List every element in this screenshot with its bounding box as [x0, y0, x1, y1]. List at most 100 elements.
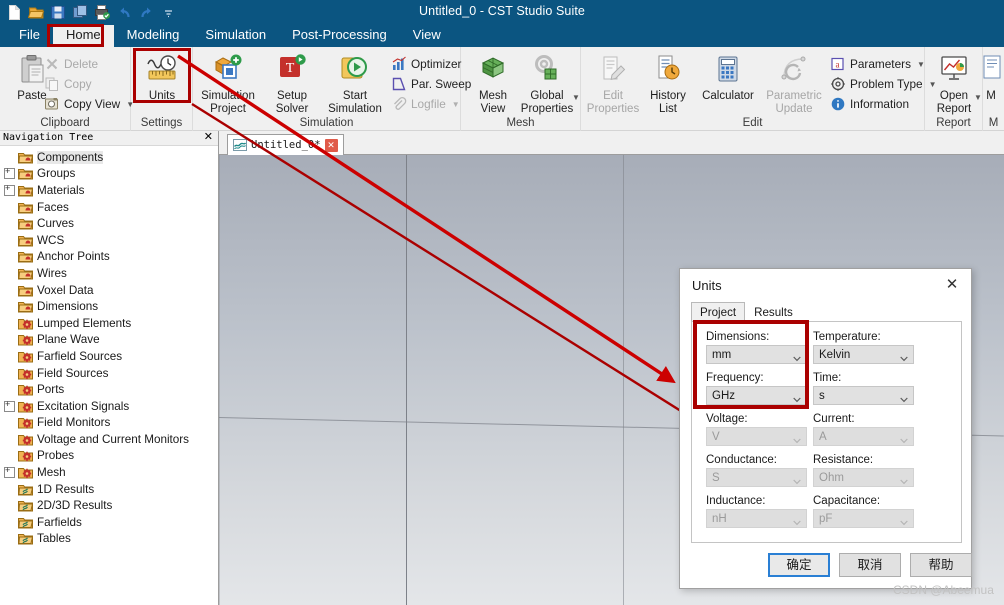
select-dimensions[interactable]: mm — [706, 345, 807, 364]
tab-project[interactable]: Project — [691, 302, 746, 323]
ribbon-tab-simulation[interactable]: Simulation — [192, 25, 279, 47]
tree-item-curves[interactable]: Curves — [0, 215, 218, 232]
tree-item-groups[interactable]: Groups — [0, 166, 218, 183]
tree-item-1d-results[interactable]: 1D Results — [0, 481, 218, 498]
settings-folder-icon — [18, 416, 33, 429]
select-resistance: Ohm — [813, 468, 914, 487]
chevron-down-icon[interactable] — [793, 351, 801, 362]
global-properties-icon — [531, 55, 563, 89]
tree-item-probes[interactable]: Probes — [0, 448, 218, 465]
tree-item-label: Probes — [37, 449, 75, 463]
chevron-down-icon — [793, 433, 801, 444]
chevron-down-icon[interactable] — [900, 351, 908, 362]
tree-item-anchor-points[interactable]: Anchor Points — [0, 249, 218, 266]
ok-button[interactable]: 确定 — [768, 553, 830, 577]
problem-type-button[interactable]: Problem Type ▼ — [830, 76, 937, 92]
settings-folder-icon — [18, 333, 33, 346]
chevron-down-icon[interactable]: ▼ — [572, 93, 580, 102]
par-sweep-button[interactable]: Par. Sweep — [391, 76, 471, 92]
chevron-down-icon[interactable] — [793, 392, 801, 403]
units-button[interactable]: Units — [133, 53, 191, 103]
parametric-update-button[interactable]: Parametric Update — [761, 53, 827, 116]
ribbon-tab-home[interactable]: Home — [52, 25, 114, 47]
expand-icon[interactable] — [4, 465, 15, 479]
tree-item-ports[interactable]: Ports — [0, 381, 218, 398]
tree-item-farfield-sources[interactable]: Farfield Sources — [0, 348, 218, 365]
tree-item-farfields[interactable]: Farfields — [0, 514, 218, 531]
tree-item-field-sources[interactable]: Field Sources — [0, 365, 218, 382]
tab-results[interactable]: Results — [745, 302, 802, 323]
tree-item-tables[interactable]: Tables — [0, 531, 218, 548]
expand-icon[interactable] — [4, 166, 15, 180]
tree-item-dimensions[interactable]: Dimensions — [0, 298, 218, 315]
ribbon-tab-file[interactable]: File — [6, 25, 53, 47]
select-voltage: V — [706, 427, 807, 446]
folder-icon — [18, 184, 34, 197]
copy-view-button[interactable]: Copy View ▼ — [44, 96, 134, 112]
copy-button[interactable]: Copy — [44, 76, 92, 92]
ribbon-tab-view[interactable]: View — [400, 25, 454, 47]
history-list-button[interactable]: History List — [639, 53, 697, 116]
tree-item-voxel-data[interactable]: Voxel Data — [0, 282, 218, 299]
calculator-label: Calculator — [702, 90, 754, 102]
tree-item-lumped-elements[interactable]: Lumped Elements — [0, 315, 218, 332]
folder-icon — [18, 250, 34, 263]
simulation-project-label-2: Project — [210, 103, 246, 115]
tree-item-mesh[interactable]: Mesh — [0, 464, 218, 481]
expand-icon[interactable] — [4, 399, 15, 412]
ribbon-group-label-report: Report — [936, 117, 971, 129]
tree-item-plane-wave[interactable]: Plane Wave — [0, 332, 218, 349]
parameters-label: Parameters — [850, 57, 911, 71]
edit-properties-button[interactable]: Edit Properties — [584, 53, 642, 116]
chevron-down-icon[interactable]: ▼ — [917, 60, 925, 69]
select-frequency[interactable]: GHz — [706, 386, 807, 405]
optimizer-button[interactable]: Optimizer — [391, 56, 461, 72]
tree-item-wcs[interactable]: WCS — [0, 232, 218, 249]
tree-item-label: Farfields — [37, 515, 82, 529]
tree-item-faces[interactable]: Faces — [0, 199, 218, 216]
calculator-button[interactable]: Calculator — [696, 53, 760, 103]
tree-item-wires[interactable]: Wires — [0, 265, 218, 282]
folder-icon — [18, 151, 34, 164]
chevron-down-icon[interactable]: ▼ — [452, 100, 460, 109]
delete-button[interactable]: Delete — [44, 56, 98, 72]
parameters-button[interactable]: a Parameters ▼ — [830, 56, 925, 72]
copy-icon — [44, 76, 60, 92]
tree-item-components[interactable]: Components — [0, 149, 218, 166]
tree-item-excitation-signals[interactable]: Excitation Signals — [0, 398, 218, 415]
expand-icon[interactable] — [4, 183, 15, 196]
logfile-button[interactable]: Logfile ▼ — [391, 96, 460, 112]
macros-button[interactable]: M — [969, 53, 1004, 103]
field-capacitance: Capacitance: pF — [813, 495, 914, 528]
ribbon-tab-modeling[interactable]: Modeling — [114, 25, 193, 47]
select-temperature[interactable]: Kelvin — [813, 345, 914, 364]
tree-item-label: Voxel Data — [37, 283, 94, 297]
close-icon[interactable]: ✕ — [324, 138, 338, 152]
tree-item-label: Dimensions — [37, 300, 99, 314]
mesh-view-button[interactable]: Mesh View — [464, 53, 522, 116]
document-tab-untitled[interactable]: Untitled_0* ✕ — [227, 134, 344, 155]
information-button[interactable]: Information — [830, 96, 909, 112]
settings-folder-icon — [18, 383, 33, 396]
chevron-down-icon[interactable] — [900, 392, 908, 403]
edit-properties-icon — [597, 56, 629, 89]
field-label-frequency: Frequency: — [706, 372, 764, 384]
close-icon[interactable]: ✕ — [939, 274, 965, 296]
select-time[interactable]: s — [813, 386, 914, 405]
tree-item-2d-3d-results[interactable]: 2D/3D Results — [0, 497, 218, 514]
ribbon-tab-strip: File Home Modeling Simulation Post-Proce… — [0, 25, 454, 47]
help-button[interactable]: 帮助 — [910, 553, 972, 577]
tree-item-materials[interactable]: Materials — [0, 182, 218, 199]
close-icon[interactable]: ✕ — [204, 132, 213, 143]
ribbon-tab-post-processing[interactable]: Post-Processing — [279, 25, 400, 47]
global-properties-button[interactable]: Global Properties — [518, 53, 576, 116]
cancel-button[interactable]: 取消 — [839, 553, 901, 577]
tree-item-voltage-and-current-monitors[interactable]: Voltage and Current Monitors — [0, 431, 218, 448]
simulation-project-button[interactable]: Simulation Project — [196, 53, 260, 116]
setup-solver-button[interactable]: T Setup Solver — [263, 53, 321, 116]
tree-item-field-monitors[interactable]: Field Monitors — [0, 415, 218, 432]
start-simulation-button[interactable]: Start Simulation — [323, 53, 387, 116]
